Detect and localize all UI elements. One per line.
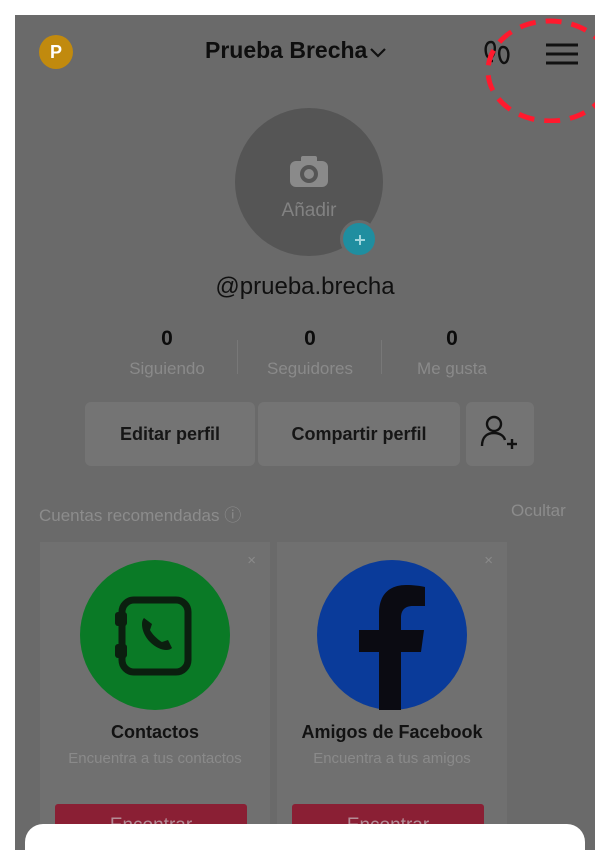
edit-profile-button[interactable]: Editar perfil: [85, 402, 255, 466]
stat-divider: [237, 340, 238, 374]
bottom-sheet-edge: [25, 824, 585, 864]
card-title: Contactos: [110, 722, 199, 742]
card-subtitle: Encuentra a tus contactos: [68, 750, 242, 767]
close-icon[interactable]: ×: [247, 552, 256, 569]
chevron-down-icon: [370, 48, 386, 58]
profile-handle: @prueba.brecha: [215, 273, 395, 300]
followers-count: 0: [304, 327, 316, 350]
profile-screen: P Prueba Brecha Añadir @prueba.brecha 0 …: [15, 15, 595, 850]
account-name: Prueba Brecha: [205, 37, 368, 63]
stat-likes[interactable]: 0 Me gusta: [392, 327, 512, 379]
facebook-icon: [317, 560, 467, 710]
add-photo-label: Añadir: [281, 200, 337, 221]
card-title: Amigos de Facebook: [301, 722, 483, 742]
recommended-accounts-title: Cuentas recomendadas ⓘ: [39, 506, 242, 525]
contacts-phone-icon: [80, 560, 230, 710]
share-profile-button[interactable]: Compartir perfil: [258, 402, 460, 466]
followers-label: Seguidores: [266, 359, 353, 378]
likes-label: Me gusta: [417, 359, 487, 378]
add-photo-plus-icon[interactable]: [340, 220, 378, 258]
following-count: 0: [161, 327, 173, 350]
following-label: Siguiendo: [129, 359, 205, 378]
stat-divider: [381, 340, 382, 374]
add-friend-button[interactable]: [466, 402, 534, 466]
camera-icon: [290, 156, 328, 187]
likes-count: 0: [446, 327, 458, 350]
hide-recommendations-link[interactable]: Ocultar: [511, 501, 566, 521]
recommendation-card-facebook: × Amigos de Facebook Encuentra a tus ami…: [277, 542, 507, 850]
stat-followers[interactable]: 0 Seguidores: [250, 327, 370, 379]
card-subtitle: Encuentra a tus amigos: [313, 750, 471, 767]
annotation-dashed-circle: [485, 18, 595, 123]
close-icon[interactable]: ×: [484, 552, 493, 569]
add-person-icon: [480, 415, 517, 449]
account-switcher[interactable]: Prueba Brecha: [205, 37, 425, 67]
account-avatar[interactable]: P: [39, 35, 73, 69]
stat-following[interactable]: 0 Siguiendo: [107, 327, 227, 379]
recommendation-card-contacts: × Contactos Encuentra a tus contactos En…: [40, 542, 270, 850]
